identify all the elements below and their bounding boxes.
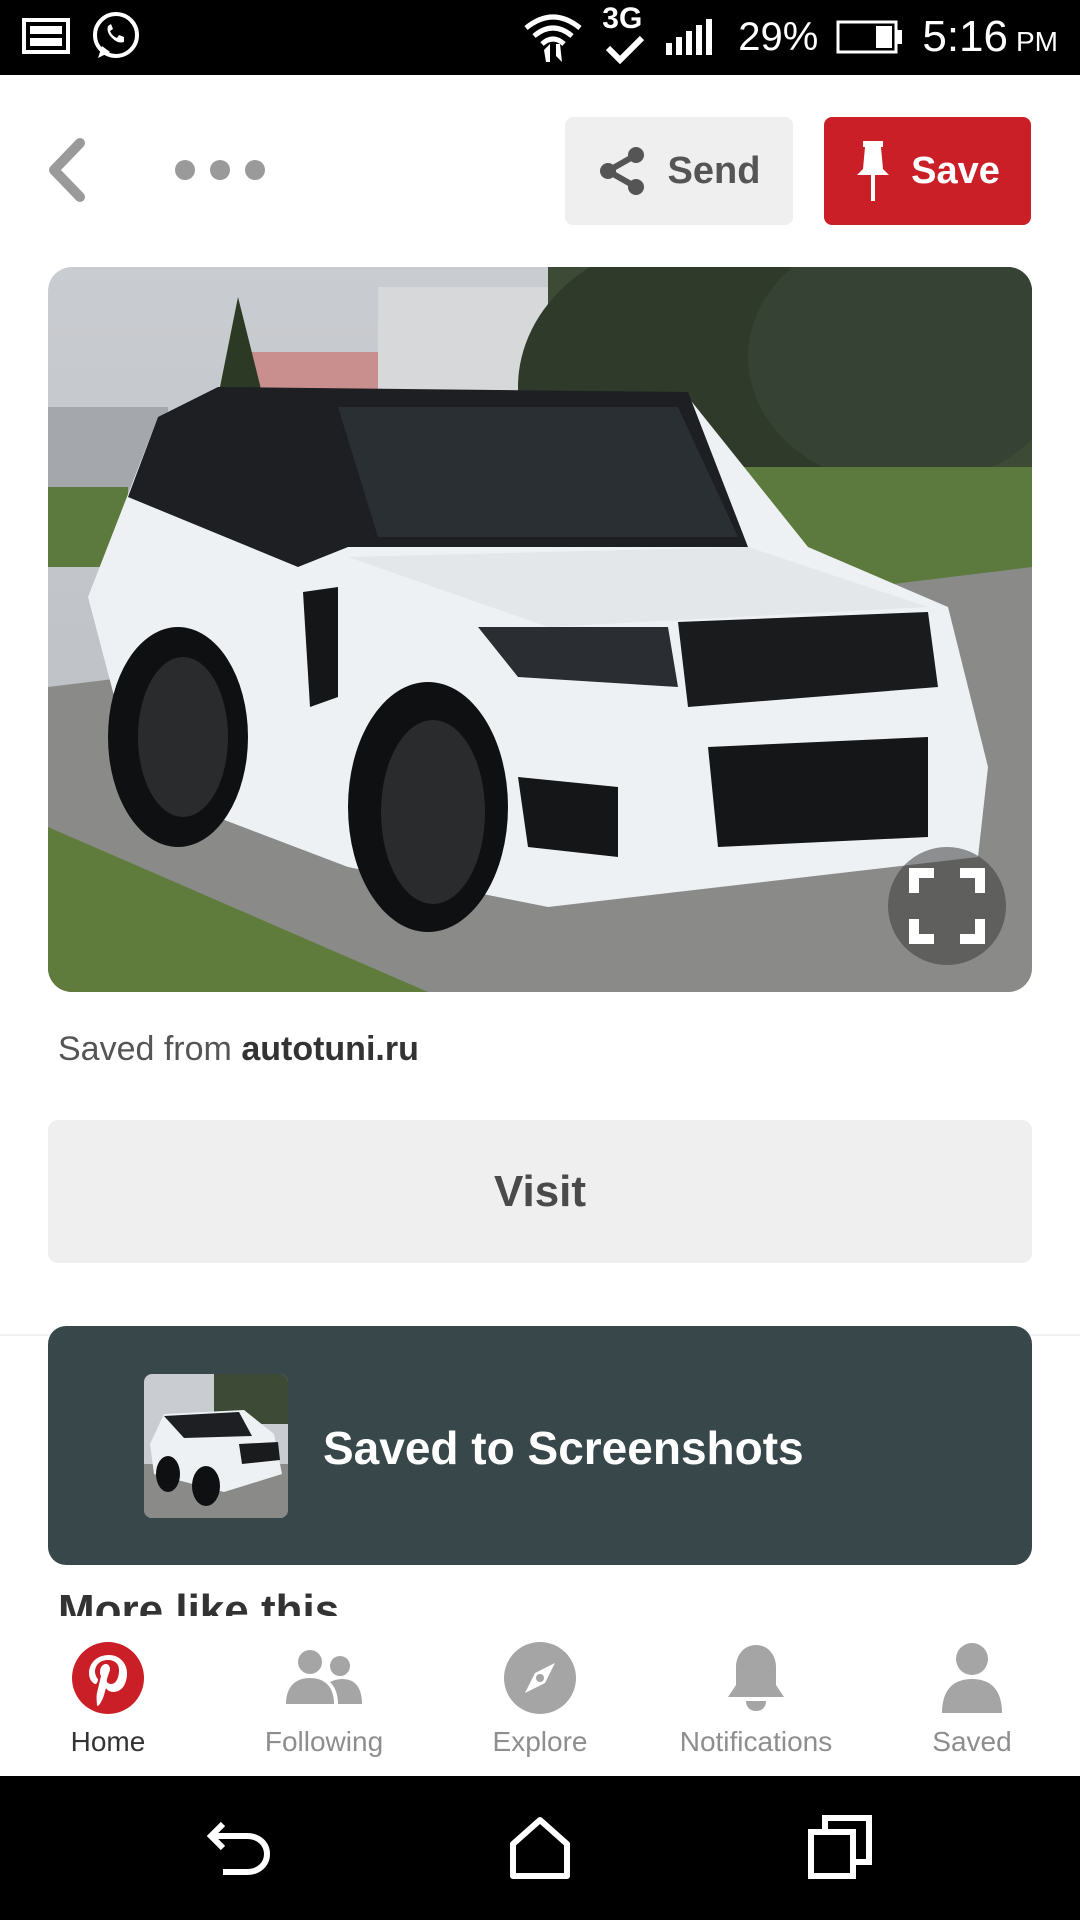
network-3g-icon: 3G bbox=[602, 2, 646, 66]
chevron-left-icon bbox=[49, 138, 85, 202]
nav-label: Notifications bbox=[679, 1726, 833, 1757]
signal-icon bbox=[666, 19, 713, 55]
status-bar: 3G 29% 5:16 PM bbox=[0, 0, 1080, 75]
system-back-button[interactable] bbox=[205, 1812, 275, 1882]
visit-button[interactable]: Visit bbox=[48, 1120, 1032, 1263]
nav-explore[interactable]: Explore bbox=[432, 1620, 648, 1776]
nav-saved[interactable]: Saved bbox=[864, 1620, 1080, 1776]
battery-icon bbox=[836, 20, 903, 54]
battery-percent: 29% bbox=[738, 14, 819, 59]
nav-following[interactable]: Following bbox=[216, 1620, 432, 1776]
visit-label: Visit bbox=[493, 1166, 587, 1216]
wifi-icon bbox=[524, 14, 582, 62]
back-button[interactable] bbox=[40, 135, 100, 205]
nav-notifications[interactable]: Notifications bbox=[648, 1620, 864, 1776]
recents-icon bbox=[808, 1815, 872, 1879]
saved-toast[interactable]: Saved to Screenshots bbox=[48, 1326, 1032, 1565]
bottom-navigation: Home Following Explore Notifications Sav… bbox=[0, 1620, 1080, 1776]
save-label: Save bbox=[911, 149, 1000, 192]
person-icon bbox=[942, 1643, 1002, 1713]
saved-from-prefix: Saved from bbox=[58, 1030, 232, 1068]
nav-home[interactable]: Home bbox=[0, 1620, 216, 1776]
save-button[interactable]: Save bbox=[824, 117, 1031, 225]
car-photo bbox=[48, 267, 1032, 992]
people-icon bbox=[286, 1650, 362, 1704]
nav-label: Following bbox=[264, 1726, 384, 1757]
nav-label: Explore bbox=[492, 1726, 588, 1757]
more-options-button[interactable] bbox=[175, 155, 265, 185]
system-home-button[interactable] bbox=[505, 1812, 575, 1882]
send-label: Send bbox=[667, 149, 761, 192]
expand-icon bbox=[909, 868, 985, 944]
source-domain-link[interactable]: autotuni.ru bbox=[241, 1030, 419, 1068]
pin-action-bar: Send Save bbox=[0, 75, 1080, 265]
pin-image[interactable] bbox=[48, 267, 1032, 992]
ellipsis-dot bbox=[210, 160, 230, 180]
compass-icon bbox=[504, 1642, 576, 1714]
more-like-this-heading: More like this bbox=[58, 1586, 340, 1616]
gallery-notification-icon bbox=[22, 18, 70, 54]
pin-icon bbox=[857, 141, 890, 201]
clock: 5:16 PM bbox=[922, 12, 1058, 61]
saved-pin-thumbnail bbox=[144, 1374, 288, 1518]
back-arrow-icon bbox=[206, 1821, 271, 1875]
home-icon bbox=[510, 1817, 570, 1879]
toast-message: Saved to Screenshots bbox=[323, 1422, 804, 1474]
bell-icon bbox=[728, 1645, 784, 1711]
ellipsis-dot bbox=[175, 160, 195, 180]
system-recents-button[interactable] bbox=[805, 1812, 875, 1882]
system-navigation-bar bbox=[0, 1776, 1080, 1920]
pinterest-logo-icon bbox=[72, 1642, 144, 1714]
whatsapp-icon bbox=[93, 12, 139, 58]
ellipsis-dot bbox=[245, 160, 265, 180]
send-button[interactable]: Send bbox=[565, 117, 793, 225]
expand-image-button[interactable] bbox=[888, 847, 1006, 965]
nav-label: Home bbox=[70, 1726, 146, 1757]
share-icon bbox=[599, 147, 644, 195]
saved-from-source: Saved from autotuni.ru bbox=[58, 1030, 419, 1069]
nav-label: Saved bbox=[932, 1726, 1012, 1757]
